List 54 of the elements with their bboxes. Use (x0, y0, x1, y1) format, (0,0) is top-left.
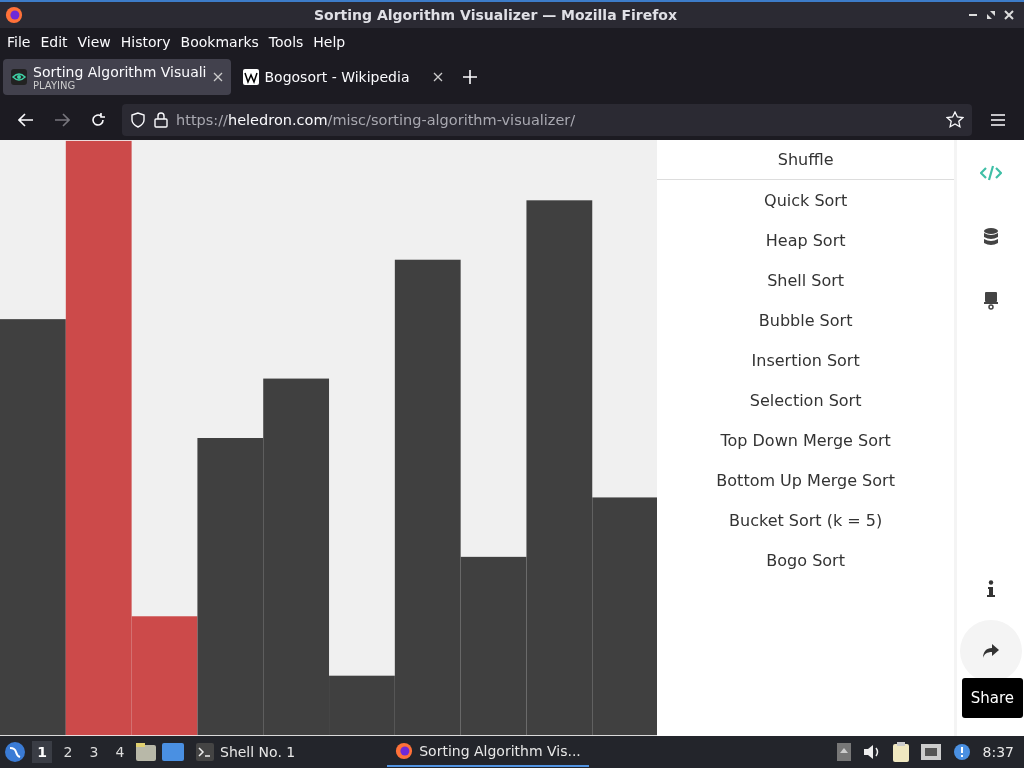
notification-icon[interactable] (952, 743, 971, 761)
menu-item[interactable]: View (72, 33, 116, 50)
browser-tab[interactable]: Sorting Algorithm Visuali PLAYING (3, 59, 231, 95)
workspace-button[interactable]: 4 (110, 741, 130, 763)
lock-icon[interactable] (154, 111, 168, 128)
shield-icon[interactable] (130, 111, 146, 128)
network-icon[interactable] (920, 744, 941, 760)
maximize-icon[interactable] (986, 10, 996, 20)
close-icon[interactable] (1004, 10, 1014, 20)
reload-icon[interactable] (90, 111, 106, 128)
wikipedia-logo-icon (242, 69, 259, 85)
algorithm-option[interactable]: Heap Sort (657, 220, 955, 260)
menu-icon[interactable] (991, 113, 1005, 126)
close-tab-icon[interactable] (212, 72, 223, 82)
algorithm-option[interactable]: Bogo Sort (657, 540, 955, 580)
bookmark-star-icon[interactable] (946, 110, 964, 129)
file-manager-icon[interactable] (136, 743, 156, 761)
share-arrow-icon (981, 643, 1000, 659)
firefox-icon (5, 6, 23, 24)
back-icon[interactable] (18, 112, 34, 127)
start-menu-icon[interactable] (4, 741, 26, 763)
eye-icon (11, 69, 27, 85)
menu-item[interactable]: Help (308, 33, 351, 50)
clipboard-icon[interactable] (892, 742, 909, 762)
algorithm-option[interactable]: Shell Sort (657, 260, 955, 300)
menu-item[interactable]: Bookmarks (175, 33, 264, 50)
volume-icon[interactable] (862, 744, 881, 760)
algorithm-option[interactable]: Selection Sort (657, 380, 955, 420)
workspace-button[interactable]: 3 (84, 741, 104, 763)
algorithm-option[interactable]: Insertion Sort (657, 340, 955, 380)
algorithm-option[interactable]: Bottom Up Merge Sort (657, 460, 955, 500)
firefox-icon (395, 742, 414, 760)
taskbar-terminal[interactable]: Shell No. 1 (190, 742, 302, 762)
menu-item[interactable]: History (115, 33, 176, 50)
address-field[interactable]: https://heledron.com/misc/sorting-algorithm-visualizer/ (122, 103, 972, 136)
algorithm-option[interactable]: Top Down Merge Sort (657, 420, 955, 460)
taskbar-window[interactable]: Sorting Algorithm Vis... (387, 737, 589, 767)
menu-item[interactable]: Edit (35, 33, 73, 50)
clock: 8:37 (982, 744, 1014, 760)
algorithm-option[interactable]: Quick Sort (657, 180, 955, 220)
new-tab-icon[interactable] (462, 70, 477, 84)
browser-tab[interactable]: Bogosort - Wikipedia (234, 59, 451, 95)
eject-icon[interactable] (836, 743, 851, 761)
menu-item[interactable]: File (2, 33, 36, 50)
algorithm-option[interactable]: Bucket Sort (k = 5) (657, 500, 955, 540)
workspace-button[interactable]: 1 (32, 741, 52, 763)
window-title: Sorting Algorithm Visualizer — Mozilla Firefox (313, 7, 678, 23)
forward-icon[interactable] (54, 112, 70, 127)
close-tab-icon[interactable] (432, 72, 443, 82)
workspace-button[interactable]: 2 (58, 741, 78, 763)
algorithm-option[interactable]: Bubble Sort (657, 300, 955, 340)
terminal-icon (196, 743, 214, 761)
menu-item[interactable]: Tools (263, 33, 309, 50)
share-tooltip: Share (961, 678, 1023, 718)
